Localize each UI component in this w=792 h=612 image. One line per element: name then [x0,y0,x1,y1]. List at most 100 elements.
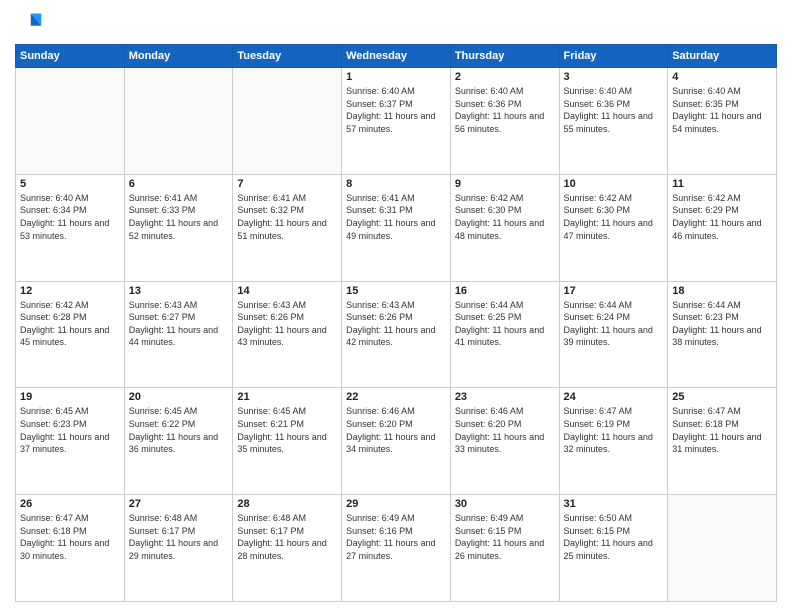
calendar-cell [124,68,233,175]
day-number: 16 [455,285,555,297]
day-info: Sunrise: 6:47 AMSunset: 6:18 PMDaylight:… [672,405,772,455]
calendar-cell: 19 Sunrise: 6:45 AMSunset: 6:23 PMDayligh… [16,388,125,495]
calendar-cell: 1 Sunrise: 6:40 AMSunset: 6:37 PMDaylight… [342,68,451,175]
calendar-cell: 31 Sunrise: 6:50 AMSunset: 6:15 PMDayligh… [559,495,668,602]
calendar-cell: 4 Sunrise: 6:40 AMSunset: 6:35 PMDaylight… [668,68,777,175]
day-info: Sunrise: 6:50 AMSunset: 6:15 PMDaylight:… [564,512,664,562]
day-info: Sunrise: 6:43 AMSunset: 6:27 PMDaylight:… [129,299,229,349]
calendar-cell: 20 Sunrise: 6:45 AMSunset: 6:22 PMDayligh… [124,388,233,495]
day-info: Sunrise: 6:47 AMSunset: 6:18 PMDaylight:… [20,512,120,562]
day-number: 27 [129,498,229,510]
calendar-cell: 22Sunrise: 6:46 AMSunset: 6:20 PMDayligh… [342,388,451,495]
day-info: Sunrise: 6:41 AMSunset: 6:33 PMDaylight:… [129,192,229,242]
day-info: Sunrise: 6:42 AMSunset: 6:28 PMDaylight:… [20,299,120,349]
week-row-4: 19 Sunrise: 6:45 AMSunset: 6:23 PMDayligh… [16,388,777,495]
calendar-cell: 16 Sunrise: 6:44 AMSunset: 6:25 PMDayligh… [450,281,559,388]
day-number: 5 [20,178,120,190]
day-number: 7 [237,178,337,190]
day-number: 4 [672,71,772,83]
day-info: Sunrise: 6:40 AMSunset: 6:35 PMDaylight:… [672,85,772,135]
day-number: 14 [237,285,337,297]
day-number: 12 [20,285,120,297]
day-number: 10 [564,178,664,190]
calendar-cell: 8 Sunrise: 6:41 AMSunset: 6:31 PMDaylight… [342,174,451,281]
week-row-1: 1 Sunrise: 6:40 AMSunset: 6:37 PMDaylight… [16,68,777,175]
day-number: 31 [564,498,664,510]
day-info: Sunrise: 6:41 AMSunset: 6:31 PMDaylight:… [346,192,446,242]
day-number: 19 [20,391,120,403]
week-row-3: 12 Sunrise: 6:42 AMSunset: 6:28 PMDayligh… [16,281,777,388]
day-info: Sunrise: 6:42 AMSunset: 6:30 PMDaylight:… [564,192,664,242]
calendar-header-row: SundayMondayTuesdayWednesdayThursdayFrid… [16,45,777,68]
day-info: Sunrise: 6:49 AMSunset: 6:15 PMDaylight:… [455,512,555,562]
day-number: 17 [564,285,664,297]
calendar-cell: 17Sunrise: 6:44 AMSunset: 6:24 PMDayligh… [559,281,668,388]
day-number: 2 [455,71,555,83]
day-number: 3 [564,71,664,83]
day-number: 20 [129,391,229,403]
day-info: Sunrise: 6:40 AMSunset: 6:37 PMDaylight:… [346,85,446,135]
calendar-cell: 21Sunrise: 6:45 AMSunset: 6:21 PMDayligh… [233,388,342,495]
calendar-cell: 3 Sunrise: 6:40 AMSunset: 6:36 PMDaylight… [559,68,668,175]
calendar: SundayMondayTuesdayWednesdayThursdayFrid… [15,44,777,602]
week-row-2: 5 Sunrise: 6:40 AMSunset: 6:34 PMDaylight… [16,174,777,281]
day-info: Sunrise: 6:44 AMSunset: 6:25 PMDaylight:… [455,299,555,349]
calendar-cell: 10 Sunrise: 6:42 AMSunset: 6:30 PMDayligh… [559,174,668,281]
day-info: Sunrise: 6:40 AMSunset: 6:36 PMDaylight:… [564,85,664,135]
day-info: Sunrise: 6:48 AMSunset: 6:17 PMDaylight:… [237,512,337,562]
day-header-monday: Monday [124,45,233,68]
day-number: 9 [455,178,555,190]
day-number: 22 [346,391,446,403]
day-info: Sunrise: 6:43 AMSunset: 6:26 PMDaylight:… [346,299,446,349]
calendar-cell [668,495,777,602]
calendar-cell: 24Sunrise: 6:47 AMSunset: 6:19 PMDayligh… [559,388,668,495]
calendar-cell: 14 Sunrise: 6:43 AMSunset: 6:26 PMDayligh… [233,281,342,388]
day-number: 1 [346,71,446,83]
day-info: Sunrise: 6:42 AMSunset: 6:29 PMDaylight:… [672,192,772,242]
calendar-cell: 5 Sunrise: 6:40 AMSunset: 6:34 PMDaylight… [16,174,125,281]
calendar-cell: 29Sunrise: 6:49 AMSunset: 6:16 PMDayligh… [342,495,451,602]
day-info: Sunrise: 6:44 AMSunset: 6:23 PMDaylight:… [672,299,772,349]
calendar-cell: 18Sunrise: 6:44 AMSunset: 6:23 PMDayligh… [668,281,777,388]
day-number: 26 [20,498,120,510]
day-number: 15 [346,285,446,297]
day-info: Sunrise: 6:43 AMSunset: 6:26 PMDaylight:… [237,299,337,349]
day-header-wednesday: Wednesday [342,45,451,68]
calendar-cell: 28 Sunrise: 6:48 AMSunset: 6:17 PMDayligh… [233,495,342,602]
day-info: Sunrise: 6:45 AMSunset: 6:22 PMDaylight:… [129,405,229,455]
calendar-cell: 12 Sunrise: 6:42 AMSunset: 6:28 PMDayligh… [16,281,125,388]
calendar-cell: 25 Sunrise: 6:47 AMSunset: 6:18 PMDayligh… [668,388,777,495]
calendar-cell: 7Sunrise: 6:41 AMSunset: 6:32 PMDaylight… [233,174,342,281]
calendar-cell: 15 Sunrise: 6:43 AMSunset: 6:26 PMDayligh… [342,281,451,388]
calendar-cell: 11Sunrise: 6:42 AMSunset: 6:29 PMDayligh… [668,174,777,281]
calendar-cell: 6Sunrise: 6:41 AMSunset: 6:33 PMDaylight… [124,174,233,281]
day-header-thursday: Thursday [450,45,559,68]
calendar-cell: 2 Sunrise: 6:40 AMSunset: 6:36 PMDaylight… [450,68,559,175]
day-header-sunday: Sunday [16,45,125,68]
page: SundayMondayTuesdayWednesdayThursdayFrid… [0,0,792,612]
day-info: Sunrise: 6:45 AMSunset: 6:21 PMDaylight:… [237,405,337,455]
day-number: 23 [455,391,555,403]
week-row-5: 26 Sunrise: 6:47 AMSunset: 6:18 PMDayligh… [16,495,777,602]
day-number: 30 [455,498,555,510]
calendar-cell: 27 Sunrise: 6:48 AMSunset: 6:17 PMDayligh… [124,495,233,602]
calendar-cell [233,68,342,175]
calendar-cell: 26 Sunrise: 6:47 AMSunset: 6:18 PMDayligh… [16,495,125,602]
logo [15,10,47,38]
day-info: Sunrise: 6:45 AMSunset: 6:23 PMDaylight:… [20,405,120,455]
day-header-tuesday: Tuesday [233,45,342,68]
calendar-cell: 23 Sunrise: 6:46 AMSunset: 6:20 PMDayligh… [450,388,559,495]
day-number: 28 [237,498,337,510]
day-header-saturday: Saturday [668,45,777,68]
day-info: Sunrise: 6:48 AMSunset: 6:17 PMDaylight:… [129,512,229,562]
calendar-cell: 13 Sunrise: 6:43 AMSunset: 6:27 PMDayligh… [124,281,233,388]
day-info: Sunrise: 6:47 AMSunset: 6:19 PMDaylight:… [564,405,664,455]
day-info: Sunrise: 6:40 AMSunset: 6:34 PMDaylight:… [20,192,120,242]
day-number: 13 [129,285,229,297]
day-number: 8 [346,178,446,190]
day-info: Sunrise: 6:46 AMSunset: 6:20 PMDaylight:… [455,405,555,455]
day-info: Sunrise: 6:40 AMSunset: 6:36 PMDaylight:… [455,85,555,135]
day-number: 25 [672,391,772,403]
header [15,10,777,38]
day-header-friday: Friday [559,45,668,68]
